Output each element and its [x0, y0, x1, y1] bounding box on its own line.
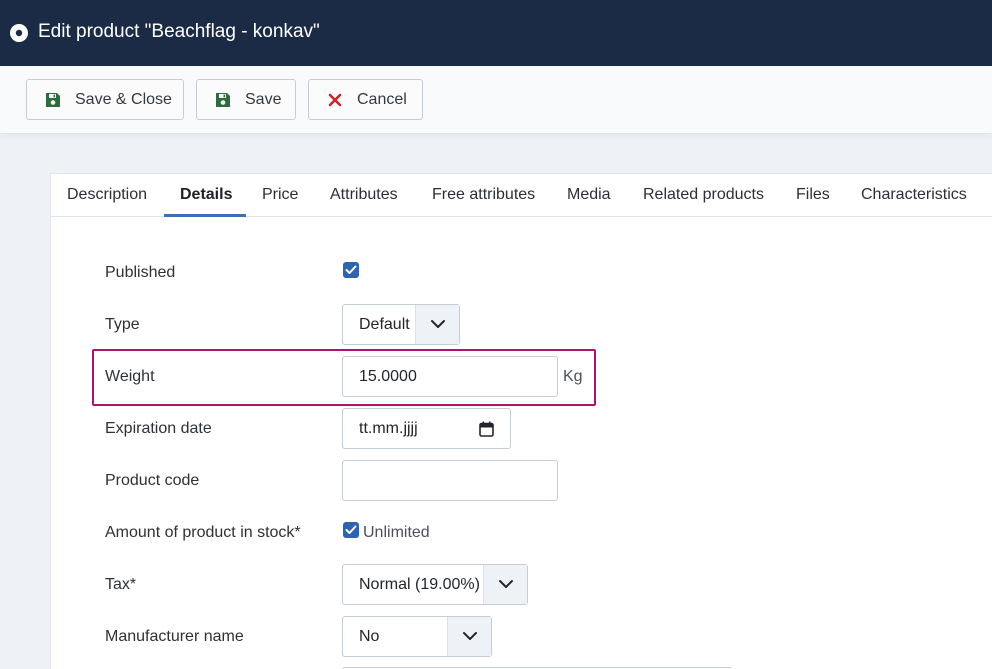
chevron-down-icon: [463, 632, 477, 640]
tax-select-toggle[interactable]: [483, 565, 527, 604]
stock-label: Amount of product in stock*: [105, 524, 301, 541]
save-close-label: Save & Close: [75, 91, 172, 108]
manufacturer-label: Manufacturer name: [105, 628, 244, 645]
type-select-value: Default: [359, 316, 410, 333]
unlimited-label[interactable]: Unlimited: [363, 524, 430, 542]
manufacturer-select-toggle[interactable]: [447, 617, 491, 656]
expiration-date-input[interactable]: tt.mm.jjjj: [342, 408, 511, 449]
weight-value: 15.0000: [359, 368, 417, 385]
published-label: Published: [105, 264, 176, 281]
calendar-icon[interactable]: [479, 421, 494, 437]
tab-characteristics[interactable]: Characteristics: [861, 186, 967, 204]
type-select-toggle[interactable]: [415, 305, 459, 344]
tab-attributes[interactable]: Attributes: [330, 186, 398, 204]
tax-select-value: Normal (19.00%): [359, 576, 480, 593]
cancel-label: Cancel: [357, 91, 407, 108]
manufacturer-select[interactable]: No: [342, 616, 492, 657]
tab-free-attributes[interactable]: Free attributes: [432, 186, 535, 204]
expiration-date-label: Expiration date: [105, 420, 212, 437]
product-code-input[interactable]: [342, 460, 558, 501]
type-label: Type: [105, 316, 140, 333]
expiration-date-placeholder: tt.mm.jjjj: [359, 420, 418, 437]
title-bar: Edit product "Beachflag - konkav": [0, 0, 992, 66]
tax-select[interactable]: Normal (19.00%): [342, 564, 528, 605]
tab-related-products[interactable]: Related products: [643, 186, 764, 204]
save-label: Save: [245, 91, 282, 108]
tab-details[interactable]: Details: [180, 186, 232, 204]
cancel-button[interactable]: Cancel: [308, 79, 423, 120]
tax-label: Tax*: [105, 576, 137, 593]
tab-description[interactable]: Description: [67, 186, 147, 204]
weight-input[interactable]: 15.0000: [342, 356, 558, 397]
chevron-down-icon: [431, 320, 445, 328]
save-button[interactable]: Save: [196, 79, 296, 120]
check-icon: [345, 525, 357, 534]
unlimited-checkbox[interactable]: [343, 522, 359, 538]
tab-price[interactable]: Price: [262, 186, 298, 204]
chevron-down-icon: [499, 580, 513, 588]
published-checkbox[interactable]: [343, 262, 359, 278]
check-icon: [345, 265, 357, 274]
type-select[interactable]: Default: [342, 304, 460, 345]
weight-label: Weight: [105, 368, 155, 385]
toolbar: Save & Close Save Cancel: [0, 66, 992, 134]
tab-media[interactable]: Media: [567, 186, 611, 204]
tab-files[interactable]: Files: [796, 186, 830, 204]
tab-bar: Description Details Price Attributes Fre…: [51, 174, 992, 217]
content-panel: Description Details Price Attributes Fre…: [50, 173, 992, 669]
disc-icon: [10, 24, 28, 42]
weight-unit: Kg: [563, 368, 583, 385]
manufacturer-select-value: No: [359, 628, 380, 645]
active-tab-indicator: [164, 214, 246, 217]
save-close-button[interactable]: Save & Close: [26, 79, 184, 120]
page-title: Edit product "Beachflag - konkav": [38, 21, 320, 42]
x-icon: [328, 93, 342, 107]
floppy-disk-icon: [46, 93, 60, 107]
product-code-label: Product code: [105, 472, 200, 489]
floppy-disk-icon: [216, 93, 230, 107]
